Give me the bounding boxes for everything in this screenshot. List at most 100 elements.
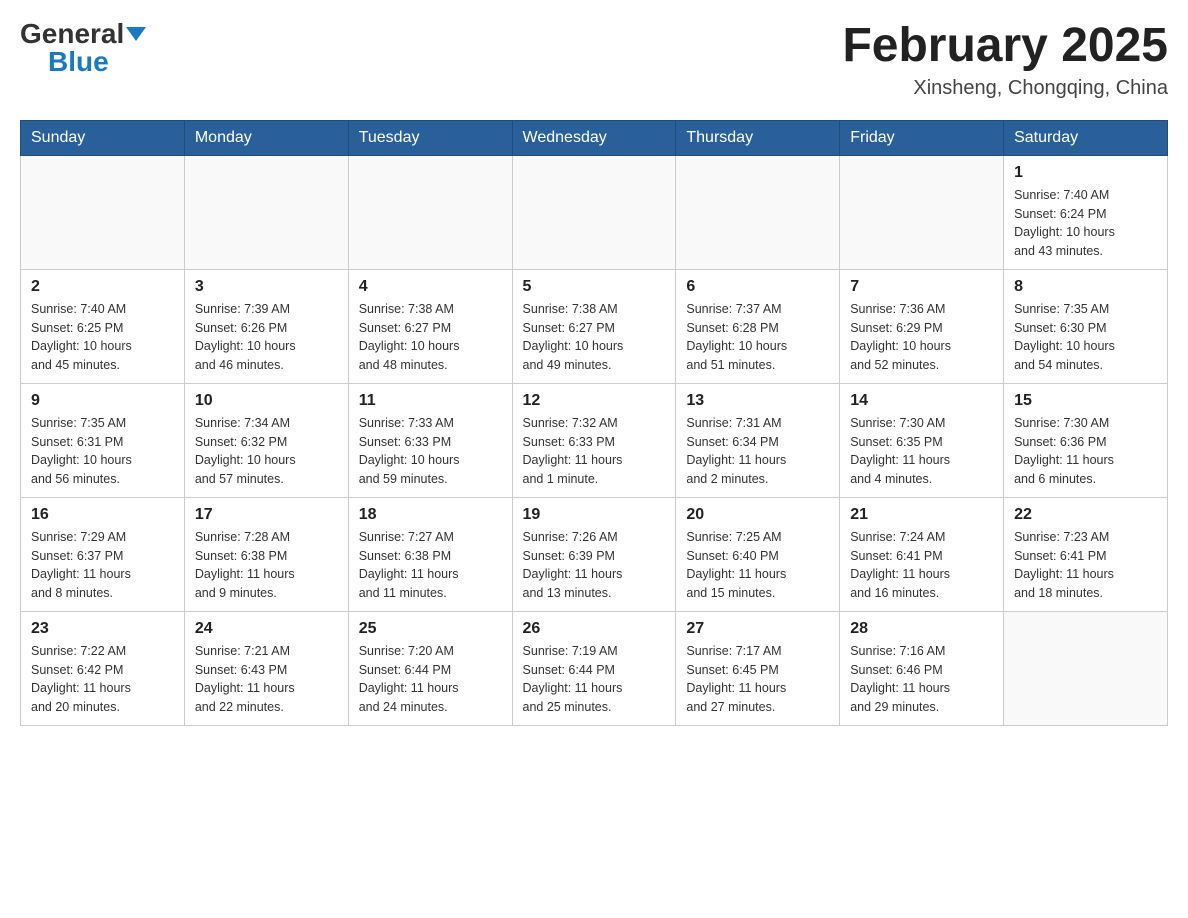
day-info: Sunrise: 7:16 AMSunset: 6:46 PMDaylight:… <box>850 642 993 717</box>
day-info: Sunrise: 7:20 AMSunset: 6:44 PMDaylight:… <box>359 642 502 717</box>
calendar-cell <box>676 155 840 269</box>
day-info: Sunrise: 7:35 AMSunset: 6:30 PMDaylight:… <box>1014 300 1157 375</box>
day-of-week-header: Sunday <box>21 120 185 155</box>
calendar-cell <box>184 155 348 269</box>
calendar-cell <box>1004 611 1168 725</box>
logo: General Blue <box>20 20 146 76</box>
week-row: 23 Sunrise: 7:22 AMSunset: 6:42 PMDayligh… <box>21 611 1168 725</box>
day-number: 27 <box>686 620 829 638</box>
calendar-cell: 9Sunrise: 7:35 AMSunset: 6:31 PMDaylight… <box>21 383 185 497</box>
calendar-cell: 21 Sunrise: 7:24 AMSunset: 6:41 PMDayligh… <box>840 497 1004 611</box>
calendar-cell <box>348 155 512 269</box>
day-number: 20 <box>686 506 829 524</box>
day-number: 14 <box>850 392 993 410</box>
month-title: February 2025 <box>842 20 1168 73</box>
day-info: Sunrise: 7:38 AMSunset: 6:27 PMDaylight:… <box>359 300 502 375</box>
calendar-cell: 8 Sunrise: 7:35 AMSunset: 6:30 PMDaylight… <box>1004 269 1168 383</box>
calendar-cell: 4 Sunrise: 7:38 AMSunset: 6:27 PMDaylight… <box>348 269 512 383</box>
calendar-cell: 20 Sunrise: 7:25 AMSunset: 6:40 PMDayligh… <box>676 497 840 611</box>
calendar-cell <box>840 155 1004 269</box>
week-row: 1 Sunrise: 7:40 AMSunset: 6:24 PMDaylight… <box>21 155 1168 269</box>
day-number: 4 <box>359 278 502 296</box>
day-of-week-header: Thursday <box>676 120 840 155</box>
day-number: 26 <box>523 620 666 638</box>
day-number: 11 <box>359 392 502 410</box>
day-number: 22 <box>1014 506 1157 524</box>
day-info: Sunrise: 7:39 AMSunset: 6:26 PMDaylight:… <box>195 300 338 375</box>
day-number: 5 <box>523 278 666 296</box>
day-info: Sunrise: 7:23 AMSunset: 6:41 PMDaylight:… <box>1014 528 1157 603</box>
week-row: 2Sunrise: 7:40 AMSunset: 6:25 PMDaylight… <box>21 269 1168 383</box>
day-number: 6 <box>686 278 829 296</box>
day-of-week-header: Saturday <box>1004 120 1168 155</box>
day-number: 28 <box>850 620 993 638</box>
calendar-cell: 7Sunrise: 7:36 AMSunset: 6:29 PMDaylight… <box>840 269 1004 383</box>
day-info: Sunrise: 7:40 AMSunset: 6:25 PMDaylight:… <box>31 300 174 375</box>
day-info: Sunrise: 7:40 AMSunset: 6:24 PMDaylight:… <box>1014 186 1157 261</box>
calendar-cell: 1 Sunrise: 7:40 AMSunset: 6:24 PMDaylight… <box>1004 155 1168 269</box>
calendar-cell: 19 Sunrise: 7:26 AMSunset: 6:39 PMDayligh… <box>512 497 676 611</box>
location-text: Xinsheng, Chongqing, China <box>842 77 1168 100</box>
day-number: 10 <box>195 392 338 410</box>
day-of-week-header: Friday <box>840 120 1004 155</box>
day-info: Sunrise: 7:28 AMSunset: 6:38 PMDaylight:… <box>195 528 338 603</box>
day-of-week-header: Tuesday <box>348 120 512 155</box>
calendar-cell: 11 Sunrise: 7:33 AMSunset: 6:33 PMDayligh… <box>348 383 512 497</box>
day-number: 19 <box>523 506 666 524</box>
day-number: 1 <box>1014 164 1157 182</box>
calendar-cell <box>21 155 185 269</box>
day-info: Sunrise: 7:26 AMSunset: 6:39 PMDaylight:… <box>523 528 666 603</box>
calendar-cell: 28 Sunrise: 7:16 AMSunset: 6:46 PMDayligh… <box>840 611 1004 725</box>
calendar-cell: 2Sunrise: 7:40 AMSunset: 6:25 PMDaylight… <box>21 269 185 383</box>
day-number: 13 <box>686 392 829 410</box>
calendar-cell: 23 Sunrise: 7:22 AMSunset: 6:42 PMDayligh… <box>21 611 185 725</box>
calendar-cell: 13Sunrise: 7:31 AMSunset: 6:34 PMDayligh… <box>676 383 840 497</box>
week-row: 16 Sunrise: 7:29 AMSunset: 6:37 PMDayligh… <box>21 497 1168 611</box>
calendar-table: SundayMondayTuesdayWednesdayThursdayFrid… <box>20 120 1168 726</box>
day-number: 16 <box>31 506 174 524</box>
day-number: 23 <box>31 620 174 638</box>
day-number: 21 <box>850 506 993 524</box>
calendar-cell: 3 Sunrise: 7:39 AMSunset: 6:26 PMDaylight… <box>184 269 348 383</box>
day-info: Sunrise: 7:29 AMSunset: 6:37 PMDaylight:… <box>31 528 174 603</box>
day-number: 18 <box>359 506 502 524</box>
logo-blue-text: Blue <box>48 46 109 77</box>
day-of-week-header: Wednesday <box>512 120 676 155</box>
day-info: Sunrise: 7:33 AMSunset: 6:33 PMDaylight:… <box>359 414 502 489</box>
calendar-cell: 14 Sunrise: 7:30 AMSunset: 6:35 PMDayligh… <box>840 383 1004 497</box>
day-info: Sunrise: 7:25 AMSunset: 6:40 PMDaylight:… <box>686 528 829 603</box>
day-info: Sunrise: 7:38 AMSunset: 6:27 PMDaylight:… <box>523 300 666 375</box>
day-number: 12 <box>523 392 666 410</box>
day-info: Sunrise: 7:27 AMSunset: 6:38 PMDaylight:… <box>359 528 502 603</box>
day-info: Sunrise: 7:24 AMSunset: 6:41 PMDaylight:… <box>850 528 993 603</box>
calendar-cell: 26 Sunrise: 7:19 AMSunset: 6:44 PMDayligh… <box>512 611 676 725</box>
day-number: 3 <box>195 278 338 296</box>
day-info: Sunrise: 7:22 AMSunset: 6:42 PMDaylight:… <box>31 642 174 717</box>
day-info: Sunrise: 7:34 AMSunset: 6:32 PMDaylight:… <box>195 414 338 489</box>
day-number: 8 <box>1014 278 1157 296</box>
calendar-cell: 22 Sunrise: 7:23 AMSunset: 6:41 PMDayligh… <box>1004 497 1168 611</box>
day-info: Sunrise: 7:17 AMSunset: 6:45 PMDaylight:… <box>686 642 829 717</box>
calendar-cell: 15Sunrise: 7:30 AMSunset: 6:36 PMDayligh… <box>1004 383 1168 497</box>
day-number: 25 <box>359 620 502 638</box>
calendar-cell: 25 Sunrise: 7:20 AMSunset: 6:44 PMDayligh… <box>348 611 512 725</box>
calendar-cell: 5 Sunrise: 7:38 AMSunset: 6:27 PMDaylight… <box>512 269 676 383</box>
calendar-cell: 24Sunrise: 7:21 AMSunset: 6:43 PMDayligh… <box>184 611 348 725</box>
calendar-cell: 12 Sunrise: 7:32 AMSunset: 6:33 PMDayligh… <box>512 383 676 497</box>
page-header: General Blue February 2025 Xinsheng, Cho… <box>20 20 1168 100</box>
logo-general-text: General <box>20 18 146 49</box>
calendar-cell: 6 Sunrise: 7:37 AMSunset: 6:28 PMDaylight… <box>676 269 840 383</box>
calendar-cell: 16 Sunrise: 7:29 AMSunset: 6:37 PMDayligh… <box>21 497 185 611</box>
day-info: Sunrise: 7:30 AMSunset: 6:36 PMDaylight:… <box>1014 414 1157 489</box>
day-info: Sunrise: 7:37 AMSunset: 6:28 PMDaylight:… <box>686 300 829 375</box>
day-info: Sunrise: 7:35 AMSunset: 6:31 PMDaylight:… <box>31 414 174 489</box>
day-info: Sunrise: 7:19 AMSunset: 6:44 PMDaylight:… <box>523 642 666 717</box>
day-info: Sunrise: 7:21 AMSunset: 6:43 PMDaylight:… <box>195 642 338 717</box>
calendar-cell <box>512 155 676 269</box>
logo-general-line: General <box>20 20 146 48</box>
calendar-cell: 18 Sunrise: 7:27 AMSunset: 6:38 PMDayligh… <box>348 497 512 611</box>
day-info: Sunrise: 7:30 AMSunset: 6:35 PMDaylight:… <box>850 414 993 489</box>
day-of-week-header: Monday <box>184 120 348 155</box>
day-info: Sunrise: 7:32 AMSunset: 6:33 PMDaylight:… <box>523 414 666 489</box>
calendar-cell: 10 Sunrise: 7:34 AMSunset: 6:32 PMDayligh… <box>184 383 348 497</box>
